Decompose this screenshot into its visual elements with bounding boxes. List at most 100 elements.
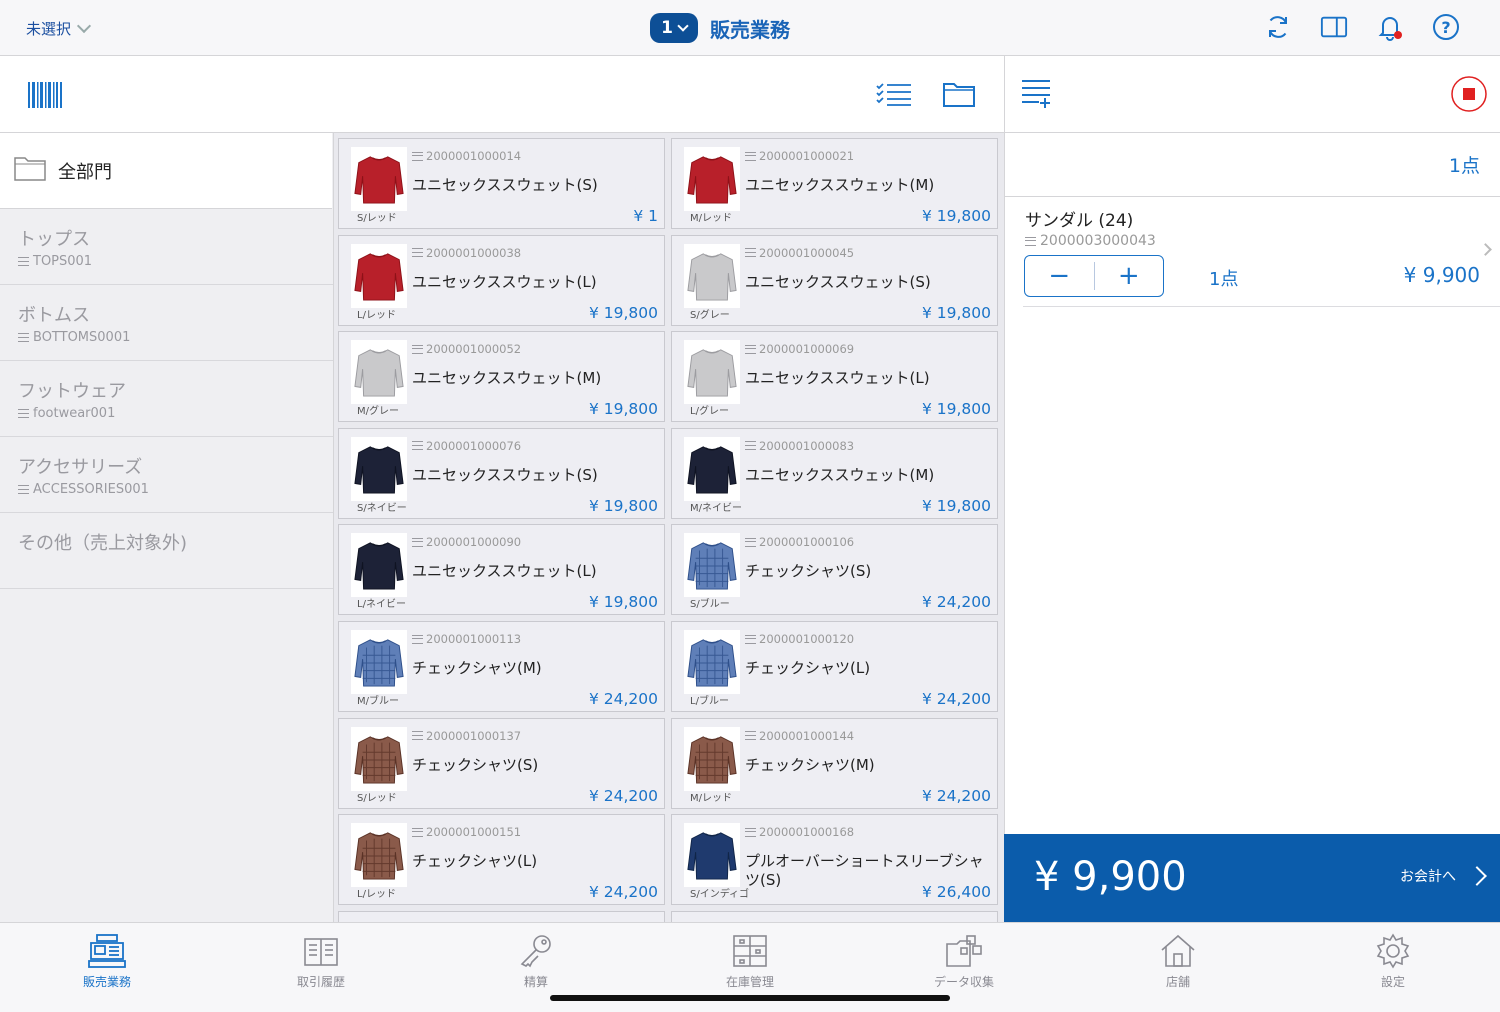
sidebar-item-category[interactable]: トップス TOPS001	[0, 209, 333, 285]
product-card[interactable]: 2000001000168 プルオーバーショートスリーブシャツ(S) S/インディゴ…	[671, 814, 998, 906]
category-name: フットウェア	[18, 381, 126, 402]
tab-register[interactable]: 販売業務	[57, 931, 157, 990]
cart-count: 1点	[1005, 133, 1500, 197]
register-icon	[57, 931, 157, 971]
cart-item-qty: 1点	[1209, 269, 1239, 290]
sync-icon[interactable]	[1264, 12, 1292, 42]
barcode-list-icon	[18, 257, 29, 266]
product-price: ¥ 19,800	[921, 303, 991, 322]
tab-inventory[interactable]: 在庫管理	[700, 931, 800, 990]
sidebar-item-category[interactable]: アクセサリーズ ACCESSORIES001	[0, 437, 333, 513]
product-name: チェックシャツ(M)	[745, 755, 875, 774]
product-name: ユニセックススウェット(M)	[412, 369, 602, 388]
key-icon	[486, 931, 586, 971]
cart-item[interactable]: サンダル (24) 2000003000043 − + 1点 ¥ 9,900	[1023, 197, 1500, 307]
inventory-icon	[700, 931, 800, 971]
barcode-list-icon	[745, 248, 756, 258]
product-card[interactable]: 2000001000021 ユニセックススウェット(M) M/レッド ¥ 19,800	[671, 138, 998, 229]
product-code: 2000001000168	[745, 825, 854, 839]
product-card[interactable]: 2000001000045 ユニセックススウェット(S) S/グレー ¥ 19,800	[671, 234, 998, 326]
product-name: チェックシャツ(L)	[412, 852, 538, 871]
quantity-stepper[interactable]: − +	[1024, 255, 1164, 297]
increment-button[interactable]: +	[1095, 256, 1164, 296]
tab-key[interactable]: 精算	[486, 931, 586, 990]
product-code: 2000001000106	[745, 535, 854, 549]
product-thumbnail	[351, 630, 407, 694]
product-name: チェックシャツ(M)	[412, 659, 542, 677]
cart-item-price: ¥ 9,900	[1403, 263, 1480, 287]
product-code-text: 2000001000090	[426, 535, 522, 550]
sidebar-item-category[interactable]: フットウェア footwear001	[0, 361, 333, 437]
product-code-text: 2000001000151	[426, 825, 522, 840]
product-card[interactable]: 2000001000038 ユニセックススウェット(L) L/レッド ¥ 19,800	[338, 234, 665, 326]
folder-icon	[14, 155, 46, 186]
decrement-button[interactable]: −	[1025, 256, 1094, 296]
sidebar-item-all[interactable]: 全部門	[0, 133, 332, 209]
tab-history[interactable]: 取引履歴	[271, 931, 371, 990]
product-name: ユニセックススウェット(S)	[412, 176, 598, 194]
product-variant: S/グレー	[690, 309, 730, 321]
product-code-text: 2000001000144	[759, 728, 855, 743]
product-card[interactable]: 2000001000069 ユニセックススウェット(L) L/グレー ¥ 19,800	[671, 331, 998, 423]
product-card[interactable]: 2000001000090 ユニセックススウェット(L) L/ネイビー ¥ 19,80…	[338, 524, 665, 616]
product-card[interactable]	[671, 910, 998, 922]
product-code-text: 2000001000076	[426, 438, 522, 453]
checkout-button[interactable]: お会計へ	[1400, 866, 1487, 886]
svg-text:?: ?	[1441, 18, 1450, 37]
product-thumbnail	[351, 340, 407, 405]
help-icon[interactable]: ?	[1432, 12, 1460, 42]
product-variant: S/ネイビー	[357, 502, 407, 514]
product-card[interactable]: 2000001000083 ユニセックススウェット(M) M/ネイビー ¥ 19,80…	[671, 427, 998, 519]
chevron-right-icon	[1467, 866, 1487, 886]
barcode-list-icon	[412, 248, 423, 258]
tab-settings[interactable]: 設定	[1343, 931, 1443, 990]
barcode-icon[interactable]	[28, 82, 62, 112]
product-code: 2000001000151	[412, 825, 521, 839]
category-name: ボトムス	[18, 305, 90, 326]
product-thumbnail	[351, 243, 407, 308]
product-code: 2000001000120	[745, 632, 854, 646]
product-card[interactable]: 2000001000120 チェックシャツ(L) L/ブルー ¥ 24,200	[671, 621, 998, 712]
product-card[interactable]: 2000001000014 ユニセックススウェット(S) S/レッド ¥ 1	[338, 138, 665, 229]
bell-icon[interactable]	[1376, 12, 1404, 42]
barcode-list-icon	[745, 441, 756, 451]
product-card[interactable]: 2000001000144 チェックシャツ(M) M/レッド ¥ 24,200	[671, 717, 998, 809]
category-code: footwear001	[18, 406, 333, 421]
staff-selector[interactable]: 未選択	[26, 18, 92, 39]
register-title: 1 販売業務	[650, 13, 790, 43]
product-name: チェックシャツ(S)	[412, 755, 539, 774]
tab-store[interactable]: 店舗	[1128, 931, 1228, 990]
product-code: 2000001000052	[412, 342, 521, 356]
product-code: 2000001000083	[745, 439, 854, 453]
tab-label: 店舗	[1165, 975, 1190, 989]
product-code: 2000001000038	[412, 246, 521, 260]
product-code: 2000001000014	[412, 149, 521, 163]
category-name: アクセサリーズ	[18, 457, 143, 478]
product-code: 2000001000144	[745, 729, 854, 743]
register-selector[interactable]: 1	[650, 13, 698, 43]
stop-icon[interactable]	[1451, 76, 1487, 116]
add-list-icon[interactable]	[1021, 78, 1051, 112]
product-price: ¥ 24,200	[588, 690, 658, 708]
sidebar-item-category[interactable]: ボトムス BOTTOMS0001	[0, 285, 333, 361]
product-card[interactable]: 2000001000106 チェックシャツ(S) S/ブルー ¥ 24,200	[671, 524, 998, 616]
folder-icon[interactable]	[943, 80, 975, 112]
product-card[interactable]: 2000001000151 チェックシャツ(L) L/レッド ¥ 24,200	[338, 814, 665, 906]
product-price: ¥ 19,800	[921, 207, 991, 225]
product-card[interactable]: 2000001000076 ユニセックススウェット(S) S/ネイビー ¥ 19,80…	[338, 427, 665, 519]
product-name: チェックシャツ(L)	[745, 659, 871, 677]
split-view-icon[interactable]	[1320, 12, 1348, 42]
product-code-text: 2000001000168	[759, 825, 855, 840]
product-variant: L/グレー	[690, 406, 729, 418]
tab-label: データ収集	[933, 975, 994, 989]
checkout-bar[interactable]: ¥ 9,900 お会計へ	[1004, 834, 1500, 922]
product-price: ¥ 19,800	[588, 496, 658, 515]
tab-data-collection[interactable]: データ収集	[914, 931, 1014, 990]
product-card[interactable]	[338, 910, 665, 922]
product-thumbnail	[684, 823, 740, 888]
checklist-icon[interactable]	[876, 82, 912, 110]
product-card[interactable]: 2000001000113 チェックシャツ(M) M/ブルー ¥ 24,200	[338, 621, 665, 712]
sidebar-item-category[interactable]: その他（売上対象外)	[0, 513, 333, 589]
product-card[interactable]: 2000001000052 ユニセックススウェット(M) M/グレー ¥ 19,800	[338, 331, 665, 423]
product-card[interactable]: 2000001000137 チェックシャツ(S) S/レッド ¥ 24,200	[338, 717, 665, 809]
